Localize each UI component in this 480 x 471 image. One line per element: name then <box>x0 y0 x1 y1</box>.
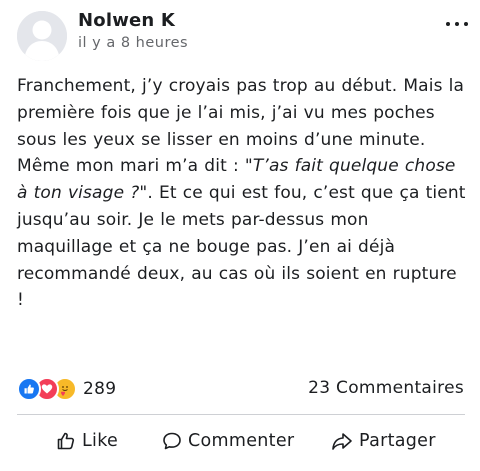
reactions-summary[interactable]: 289 <box>17 377 117 401</box>
post-timestamp[interactable]: il y a 8 heures <box>78 35 188 51</box>
action-bar: Like Commenter Partager <box>0 426 480 456</box>
like-reaction-icon <box>17 377 41 401</box>
more-options-icon[interactable] <box>446 20 468 28</box>
author-name[interactable]: Nolwen K <box>78 10 175 31</box>
like-button[interactable]: Like <box>56 426 118 456</box>
share-button[interactable]: Partager <box>331 426 436 456</box>
like-button-label: Like <box>82 431 119 451</box>
post-body: Franchement, j’y croyais pas trop au déb… <box>17 73 469 314</box>
share-button-label: Partager <box>359 431 436 451</box>
dot <box>455 22 459 26</box>
comments-count-link[interactable]: 23 Commentaires <box>308 378 464 398</box>
avatar[interactable] <box>17 11 67 61</box>
default-avatar-icon <box>17 11 67 61</box>
share-arrow-icon <box>332 433 352 450</box>
post-card: Nolwen K il y a 8 heures Franchement, j’… <box>0 0 480 471</box>
divider <box>17 414 465 415</box>
comment-bubble-icon <box>163 432 181 450</box>
thumbs-up-icon <box>57 432 75 450</box>
dot <box>446 22 450 26</box>
dot <box>464 22 468 26</box>
comment-button[interactable]: Commenter <box>162 426 294 456</box>
reaction-count: 289 <box>83 379 117 399</box>
comment-button-label: Commenter <box>188 431 295 451</box>
